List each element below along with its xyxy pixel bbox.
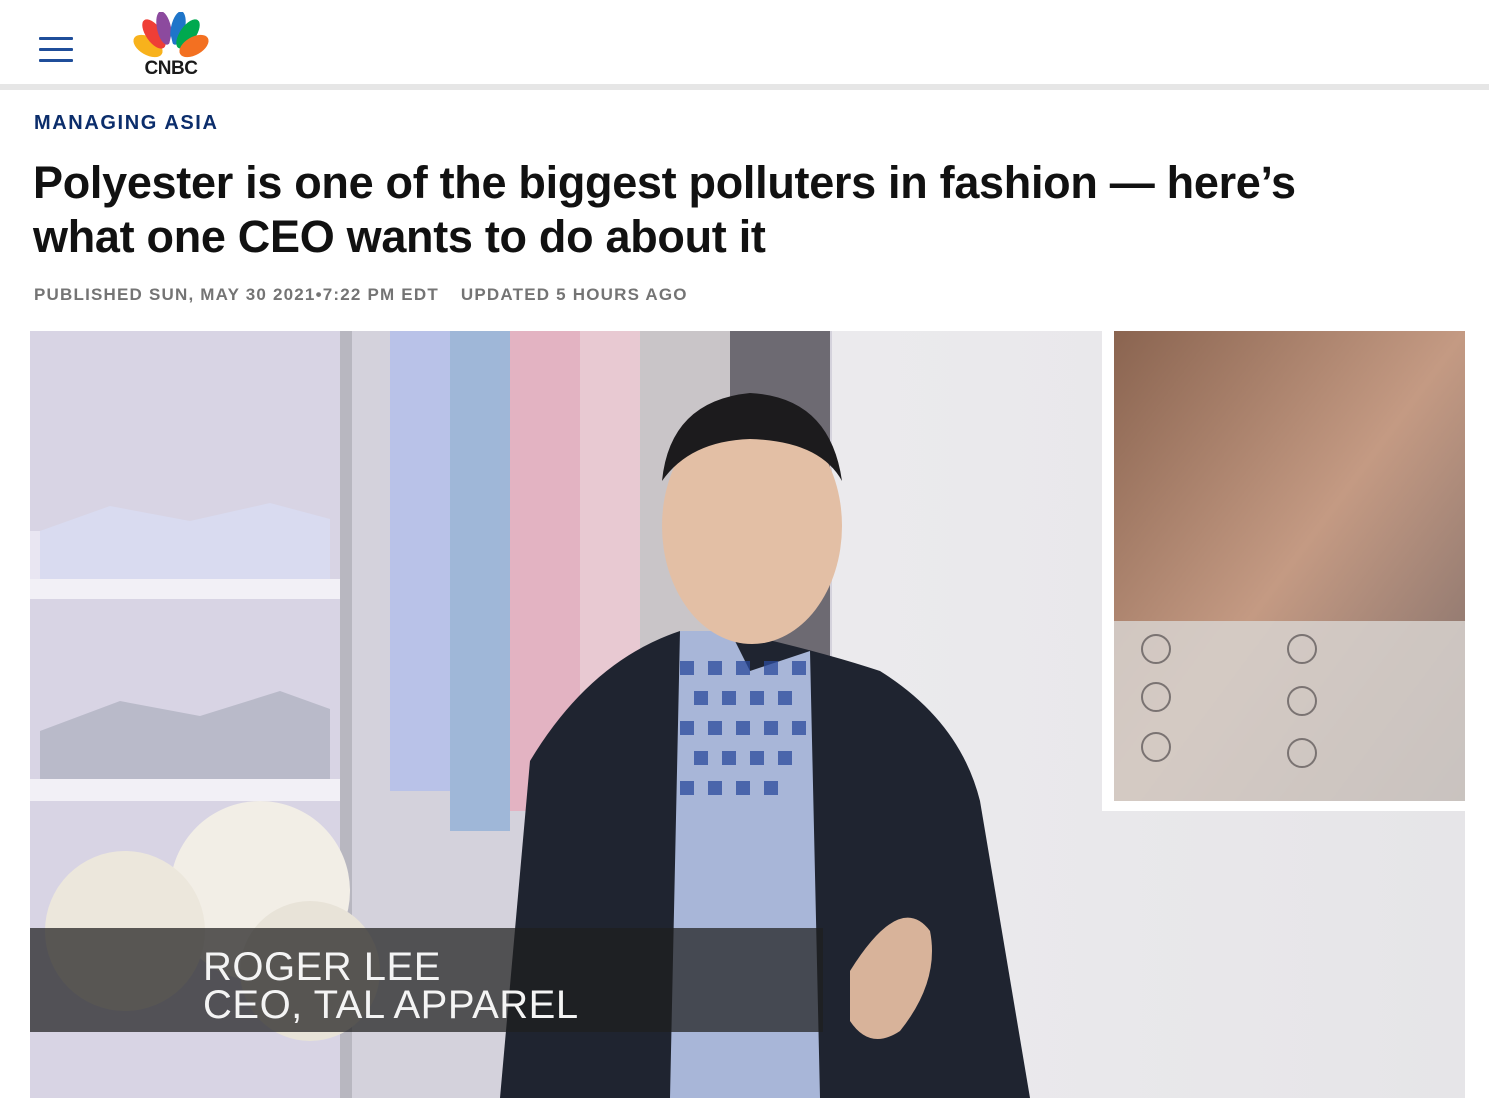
menu-line [39, 59, 73, 62]
menu-line [39, 48, 73, 51]
peacock-icon [133, 11, 209, 58]
published-date: PUBLISHED SUN, MAY 30 2021•7:22 PM EDT [34, 285, 439, 304]
section-label[interactable]: MANAGING ASIA [34, 112, 219, 135]
hamburger-menu-icon[interactable] [39, 34, 73, 64]
updated-time: UPDATED 5 HOURS AGO [460, 285, 688, 304]
menu-line [39, 37, 73, 40]
video-player[interactable]: ROGER LEE CEO, TAL APPAREL [30, 331, 1465, 1098]
logo-text: CNBC [144, 58, 198, 79]
cnbc-logo[interactable]: CNBC [128, 11, 214, 79]
lower-third-name: ROGER LEE [203, 945, 441, 989]
article-headline: Polyester is one of the biggest polluter… [33, 157, 1296, 262]
lower-third-title: CEO, TAL APPAREL [203, 983, 579, 1027]
top-navigation-bar: CNBC [0, 0, 1489, 90]
article-timestamps: PUBLISHED SUN, MAY 30 2021•7:22 PM EDT UP… [34, 285, 688, 305]
